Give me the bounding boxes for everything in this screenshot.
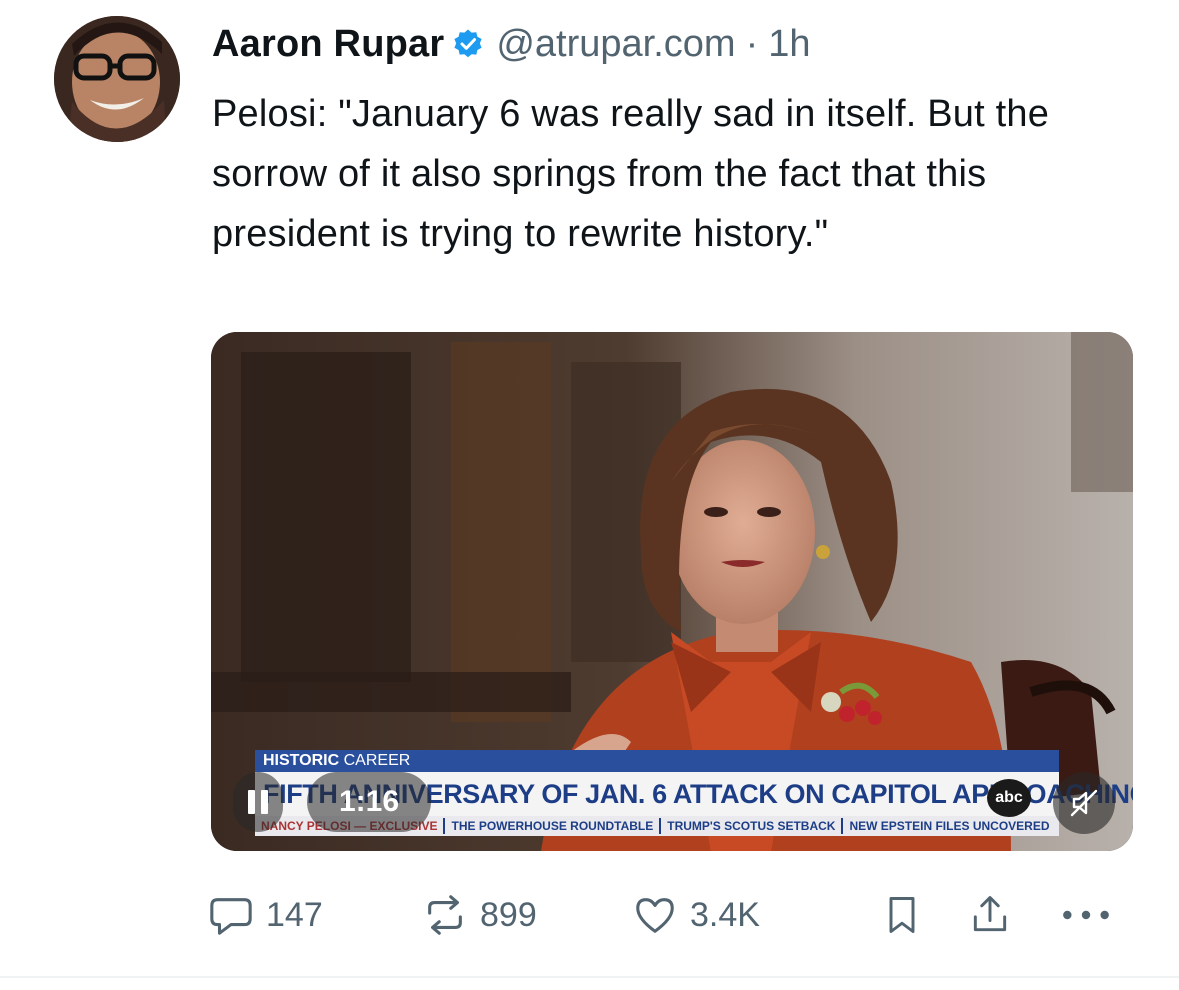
pause-button[interactable] xyxy=(233,772,283,832)
ticker-item: THE POWERHOUSE ROUNDTABLE xyxy=(445,818,662,834)
post-divider xyxy=(0,976,1179,978)
author-name[interactable]: Aaron Rupar xyxy=(212,23,444,66)
like-count: 3.4K xyxy=(690,895,760,934)
network-logo: abc xyxy=(987,779,1031,817)
lower-third-label-light: CAREER xyxy=(343,752,411,769)
share-button[interactable] xyxy=(968,885,1012,945)
post-time[interactable]: 1h xyxy=(768,23,810,66)
more-options-button[interactable] xyxy=(1058,885,1114,945)
author-handle[interactable]: @atrupar.com xyxy=(496,23,735,66)
bookmark-button[interactable] xyxy=(880,885,924,945)
verified-badge-icon xyxy=(452,28,484,60)
lower-third-label: HISTORIC CAREER xyxy=(255,750,1059,772)
ticker-item: NEW EPSTEIN FILES UNCOVERED xyxy=(849,819,1050,833)
meta-separator: · xyxy=(745,22,759,65)
repost-button[interactable]: 899 xyxy=(422,885,537,945)
bookmark-icon xyxy=(889,897,915,933)
like-button[interactable]: 3.4K xyxy=(632,885,760,945)
heart-icon xyxy=(636,898,674,933)
post[interactable]: Aaron Rupar @atrupar.com · 1h Pelosi: "J… xyxy=(0,0,1179,990)
ticker-item: TRUMP'S SCOTUS SETBACK xyxy=(661,818,844,834)
repost-arrows-icon xyxy=(428,895,462,935)
share-upload-icon xyxy=(973,896,1007,932)
video-timestamp: 1:16 xyxy=(307,772,431,832)
pause-icon xyxy=(248,790,255,814)
muted-speaker-icon xyxy=(1070,789,1098,817)
reply-bubble-icon xyxy=(210,898,252,935)
action-bar: 147 899 3.4K xyxy=(208,885,1138,945)
more-dots-icon xyxy=(1063,910,1109,920)
post-text: Pelosi: "January 6 was really sad in its… xyxy=(212,93,1050,255)
avatar-portrait xyxy=(54,16,180,142)
lower-third-label-bold: HISTORIC xyxy=(263,752,340,769)
post-header: Aaron Rupar @atrupar.com · 1h xyxy=(212,18,811,70)
video-player[interactable]: HISTORIC CAREER FIFTH ANNIVERSARY OF JAN… xyxy=(211,332,1133,851)
repost-count: 899 xyxy=(480,895,537,934)
author-avatar[interactable] xyxy=(54,16,180,142)
reply-count: 147 xyxy=(266,895,323,934)
reply-button[interactable]: 147 xyxy=(208,885,323,945)
mute-button[interactable] xyxy=(1053,772,1115,834)
